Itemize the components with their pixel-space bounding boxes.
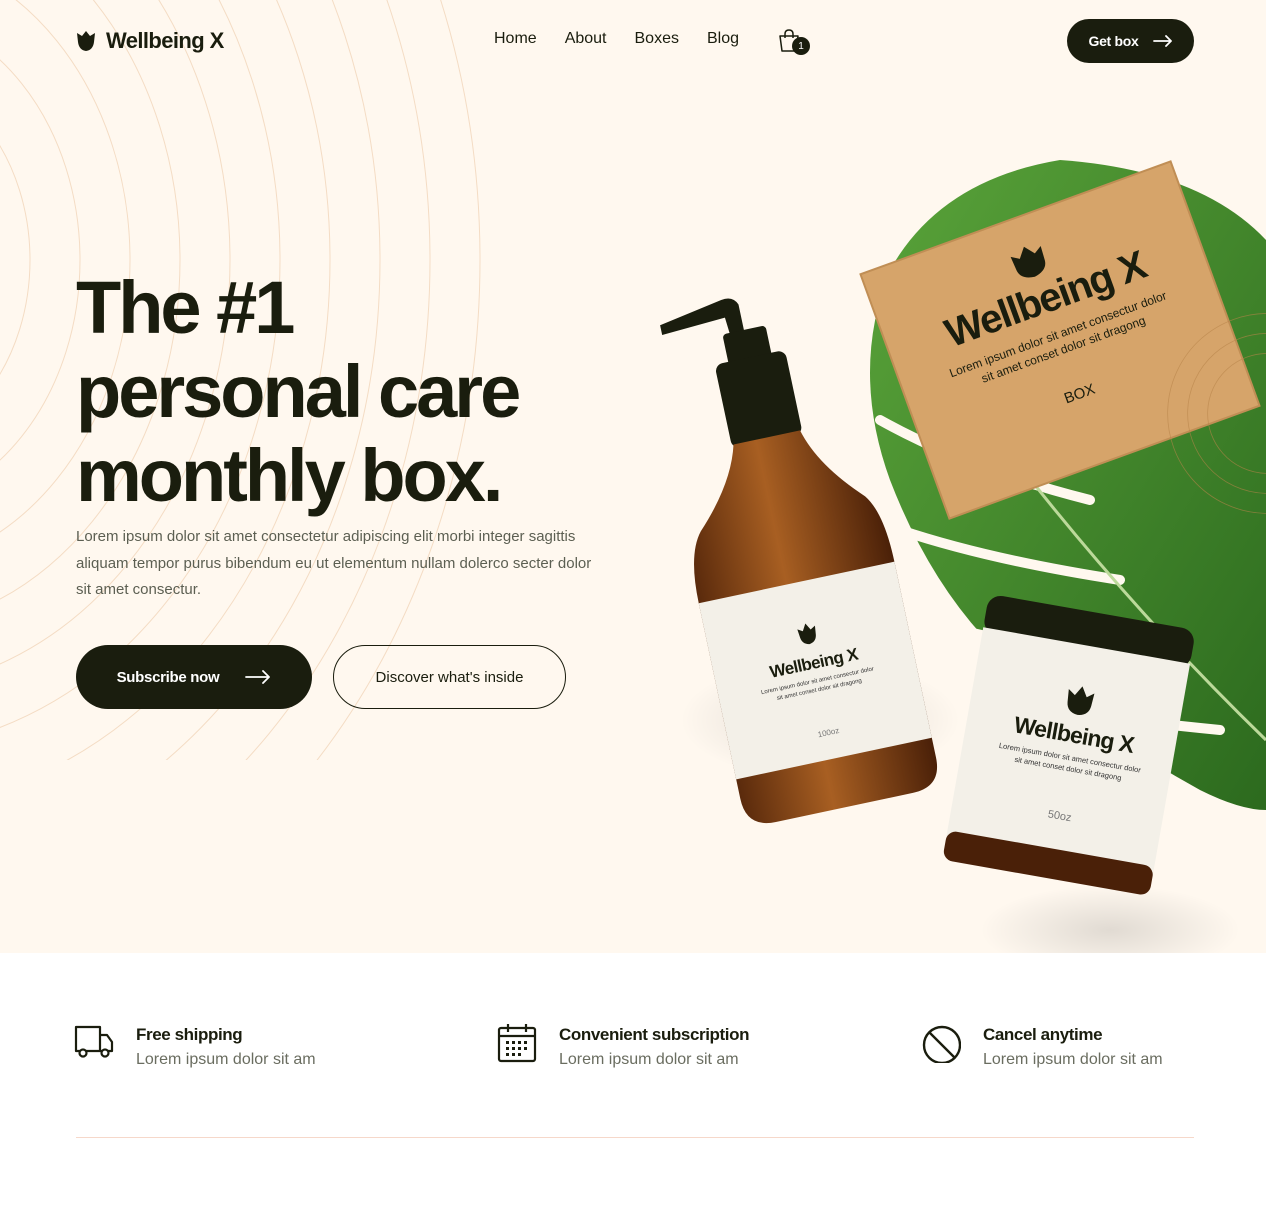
- tulip-logo-icon: [77, 31, 95, 51]
- feature-subtitle: Lorem ipsum dolor sit am: [559, 1051, 739, 1068]
- section-divider: [76, 1137, 1194, 1138]
- discover-inside-button[interactable]: Discover what's inside: [333, 645, 566, 709]
- feature-title: Free shipping: [136, 1025, 243, 1044]
- nav-link-boxes[interactable]: Boxes: [635, 30, 679, 48]
- product-illustration: Wellbeing X Lorem ipsum dolor sit amet c…: [660, 160, 1266, 975]
- feature-text: Convenient subscription Lorem ipsum dolo…: [559, 1023, 749, 1069]
- get-box-button[interactable]: Get box: [1067, 19, 1194, 63]
- arrow-right-icon: [1152, 35, 1172, 47]
- brand-name: Wellbeing X: [106, 28, 224, 53]
- feature-subtitle: Lorem ipsum dolor sit am: [136, 1051, 316, 1068]
- discover-inside-label: Discover what's inside: [375, 668, 524, 686]
- headline-line-3: monthly box.: [76, 434, 503, 517]
- feature-subtitle: Lorem ipsum dolor sit am: [983, 1051, 1163, 1068]
- feature-text: Free shipping Lorem ipsum dolor sit am: [136, 1023, 316, 1069]
- headline-line-2: personal care: [76, 350, 521, 433]
- cancel-icon: [922, 1025, 961, 1063]
- feature-cancel-anytime: Cancel anytime Lorem ipsum dolor sit am: [921, 1023, 1163, 1069]
- brand-logo[interactable]: Wellbeing X: [76, 28, 224, 54]
- feature-free-shipping: Free shipping Lorem ipsum dolor sit am: [74, 1023, 316, 1069]
- feature-convenient-subscription: Convenient subscription Lorem ipsum dolo…: [497, 1023, 749, 1069]
- nav-link-about[interactable]: About: [565, 30, 607, 48]
- cart-count-badge: 1: [792, 37, 810, 55]
- subscribe-now-button[interactable]: Subscribe now: [76, 645, 312, 709]
- subscribe-now-label: Subscribe now: [116, 668, 220, 686]
- calendar-icon: [497, 1024, 537, 1063]
- feature-text: Cancel anytime Lorem ipsum dolor sit am: [983, 1023, 1163, 1069]
- features-section: [0, 953, 1266, 1206]
- get-box-label: Get box: [1088, 33, 1139, 49]
- cart-button[interactable]: 1: [778, 29, 812, 59]
- headline-line-1: The #1: [76, 266, 295, 349]
- truck-icon: [74, 1025, 114, 1058]
- hero-headline: The #1 personal care monthly box.: [76, 266, 636, 518]
- hero-description: Lorem ipsum dolor sit amet consectetur a…: [76, 528, 592, 598]
- nav-link-home[interactable]: Home: [494, 30, 537, 48]
- feature-title: Convenient subscription: [559, 1025, 750, 1044]
- top-navigation: Wellbeing X Home About Boxes Blog 1 Get …: [0, 0, 1266, 84]
- main-menu: Home About Boxes Blog: [494, 30, 739, 48]
- feature-title: Cancel anytime: [983, 1025, 1103, 1044]
- nav-link-blog[interactable]: Blog: [707, 30, 739, 48]
- arrow-right-icon: [245, 670, 271, 684]
